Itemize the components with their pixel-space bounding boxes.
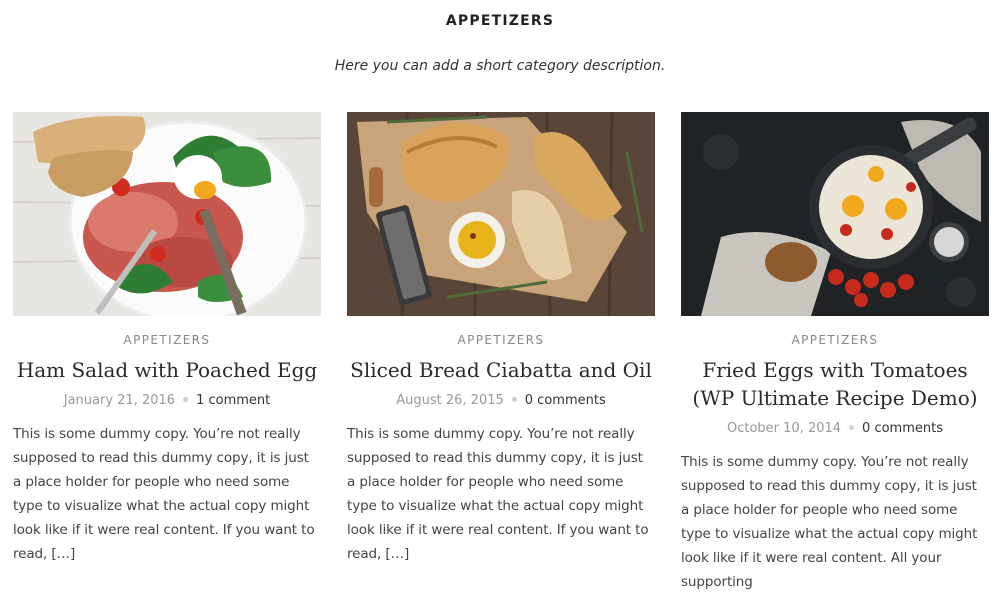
post-thumbnail-ham-salad[interactable]: [13, 112, 321, 316]
post-card: APPETIZERS Sliced Bread Ciabatta and Oil…: [347, 112, 655, 566]
comments-link[interactable]: 0 comments: [862, 421, 943, 436]
post-excerpt: This is some dummy copy. You’re not real…: [347, 426, 649, 562]
post-thumbnail-ciabatta[interactable]: [347, 112, 655, 316]
post-card: APPETIZERS Ham Salad with Poached Egg Ja…: [13, 112, 321, 566]
comments-link[interactable]: 1 comment: [196, 393, 270, 408]
category-description: Here you can add a short category descri…: [334, 58, 666, 74]
fried-eggs-image: [681, 112, 989, 316]
post-title-link[interactable]: Fried Eggs with Tomatoes (WP Ultimate Re…: [681, 356, 989, 412]
ham-salad-image: [13, 112, 321, 316]
post-meta: August 26, 2015 0 comments: [347, 393, 655, 408]
ciabatta-image: [347, 112, 655, 316]
post-date: January 21, 2016: [63, 393, 176, 408]
post-excerpt: This is some dummy copy. You’re not real…: [681, 454, 978, 590]
page-title: APPETIZERS: [445, 13, 555, 29]
post-card: APPETIZERS Fried Eggs with Tomatoes (WP …: [681, 112, 989, 594]
post-date: October 10, 2014: [726, 421, 842, 436]
post-excerpt: This is some dummy copy. You’re not real…: [13, 426, 315, 562]
post-category-link[interactable]: APPETIZERS: [13, 333, 321, 347]
comments-link[interactable]: 0 comments: [525, 393, 606, 408]
post-meta: January 21, 2016 1 comment: [13, 393, 321, 408]
meta-separator-dot: [183, 397, 189, 402]
post-date: August 26, 2015: [396, 393, 504, 408]
post-title-link[interactable]: Sliced Bread Ciabatta and Oil: [347, 356, 655, 384]
meta-separator-dot: [849, 425, 855, 430]
post-title-link[interactable]: Ham Salad with Poached Egg: [13, 356, 321, 384]
post-meta: October 10, 2014 0 comments: [681, 421, 989, 436]
meta-separator-dot: [511, 397, 517, 402]
post-thumbnail-fried-eggs[interactable]: [681, 112, 989, 316]
post-category-link[interactable]: APPETIZERS: [347, 333, 655, 347]
post-category-link[interactable]: APPETIZERS: [681, 333, 989, 347]
